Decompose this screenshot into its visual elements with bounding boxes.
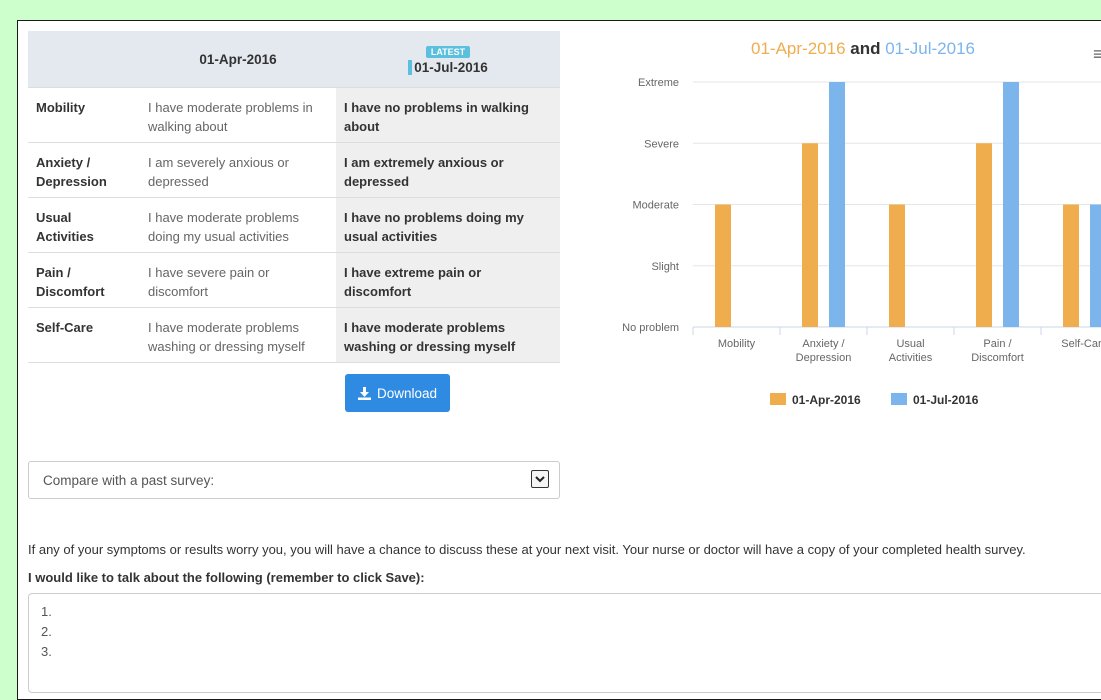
row-old-answer: I have moderate problems washing or dres… — [140, 307, 336, 363]
table-header-dimension — [28, 31, 140, 88]
x-tick-label: Pain / — [983, 338, 1012, 350]
download-icon — [357, 386, 371, 400]
row-new-answer: I am extremely anxious or depressed — [336, 142, 560, 198]
talk-about-textarea[interactable]: 1. 2. 3. — [28, 593, 1101, 693]
x-tick-label: Depression — [796, 352, 852, 364]
row-dimension: Anxiety / Depression — [28, 142, 140, 198]
compare-survey-select[interactable]: Compare with a past survey: — [28, 461, 560, 499]
survey-panel: 01-Apr-2016 LATEST 01-Jul-2016 Mobility … — [17, 20, 1101, 700]
info-text: If any of your symptoms or results worry… — [28, 542, 1026, 557]
table-row: Self-Care I have moderate problems washi… — [28, 307, 560, 363]
table-header-old-date: 01-Apr-2016 — [140, 31, 336, 88]
comparison-table-wrapper: 01-Apr-2016 LATEST 01-Jul-2016 Mobility … — [28, 31, 560, 363]
row-dimension: Self-Care — [28, 307, 140, 363]
row-old-answer: I am severely anxious or depressed — [140, 142, 336, 198]
latest-badge: LATEST — [425, 46, 471, 58]
y-tick-label: Moderate — [633, 200, 679, 212]
new-date-label: 01-Jul-2016 — [408, 60, 488, 75]
chart-title-date-1: 01-Apr-2016 — [751, 39, 846, 58]
table-row: Usual Activities I have moderate problem… — [28, 197, 560, 253]
row-new-answer: I have extreme pain or discomfort — [336, 252, 560, 308]
download-button[interactable]: Download — [345, 374, 450, 412]
comparison-table: 01-Apr-2016 LATEST 01-Jul-2016 Mobility … — [28, 31, 560, 363]
download-button-label: Download — [376, 385, 438, 401]
chart-bar[interactable] — [802, 143, 818, 327]
row-dimension: Pain / Discomfort — [28, 252, 140, 308]
row-old-answer: I have severe pain or discomfort — [140, 252, 336, 308]
table-row: Mobility I have moderate problems in wal… — [28, 87, 560, 143]
y-tick-label: Severe — [644, 138, 679, 150]
x-tick-label: Self-Care — [1061, 338, 1101, 350]
compare-select-value: Compare with a past survey: — [43, 472, 215, 488]
table-row: Pain / Discomfort I have severe pain or … — [28, 252, 560, 308]
chart-bar[interactable] — [1063, 204, 1079, 328]
chart-title-connector: and — [846, 39, 886, 58]
row-new-answer: I have no problems doing my usual activi… — [336, 197, 560, 253]
chart-title-date-2: 01-Jul-2016 — [885, 39, 975, 58]
chart-bar[interactable] — [1090, 204, 1101, 328]
x-tick-label: Activities — [889, 352, 933, 364]
chart-y-axis-labels: No problem Slight Moderate Severe Extreme — [622, 77, 679, 334]
chart-bar[interactable] — [1003, 82, 1019, 327]
row-new-answer: I have moderate problems washing or dres… — [336, 307, 560, 363]
legend-label[interactable]: 01-Apr-2016 — [792, 393, 861, 407]
hamburger-menu-icon[interactable]: ≡ — [1093, 44, 1101, 65]
row-dimension: Usual Activities — [28, 197, 140, 253]
y-tick-label: No problem — [622, 322, 679, 334]
chevron-down-icon[interactable] — [531, 470, 549, 488]
legend-label[interactable]: 01-Jul-2016 — [913, 393, 979, 407]
row-dimension: Mobility — [28, 87, 140, 143]
chart-legend[interactable]: 01-Apr-2016 01-Jul-2016 — [770, 393, 979, 407]
row-old-answer: I have moderate problems doing my usual … — [140, 197, 336, 253]
chart-bar[interactable] — [889, 204, 905, 328]
x-tick-label: Discomfort — [971, 352, 1024, 364]
x-tick-label: Anxiety / — [802, 338, 845, 350]
comparison-bar-chart: 01-Apr-2016 and 01-Jul-2016 No problem Sl… — [622, 39, 1101, 407]
x-tick-label: Mobility — [718, 338, 756, 350]
table-row: Anxiety / Depression I am severely anxio… — [28, 142, 560, 198]
x-tick-label: Usual — [896, 338, 924, 350]
old-date-label: 01-Apr-2016 — [199, 51, 277, 67]
table-header-new-date: LATEST 01-Jul-2016 — [336, 31, 560, 88]
y-tick-label: Slight — [651, 261, 679, 273]
row-new-answer: I have no problems in walking about — [336, 87, 560, 143]
talk-about-label: I would like to talk about the following… — [28, 570, 425, 585]
chart-bar[interactable] — [829, 82, 845, 327]
legend-swatch — [770, 393, 786, 405]
legend-swatch — [891, 393, 907, 405]
row-old-answer: I have moderate problems in walking abou… — [140, 87, 336, 143]
chart-bar[interactable] — [976, 143, 992, 327]
chart-title: 01-Apr-2016 and 01-Jul-2016 — [751, 39, 975, 58]
chart-bar[interactable] — [715, 204, 731, 328]
y-tick-label: Extreme — [638, 77, 679, 89]
chart-x-axis-labels: Mobility Anxiety / Depression Usual Activiti… — [692, 327, 1101, 364]
